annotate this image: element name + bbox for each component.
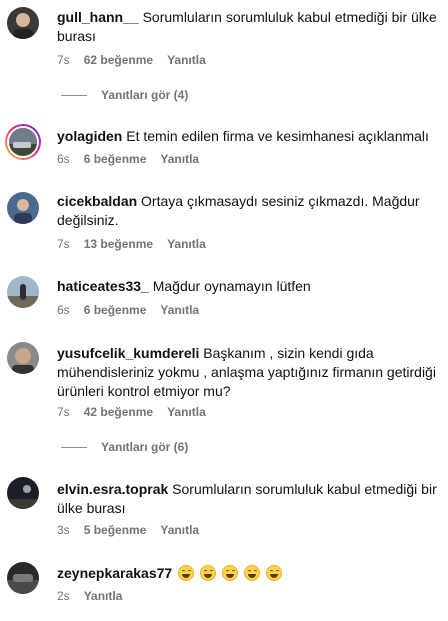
comment-time[interactable]: 7s: [57, 237, 70, 251]
comment-meta: 7s 62 beğenme Yanıtla: [57, 53, 206, 67]
view-replies-label: Yanıtları gör (6): [101, 440, 189, 454]
comment-meta: 2s Yanıtla: [57, 589, 122, 603]
laughing-emoji-icon: [178, 565, 195, 581]
likes-count[interactable]: 42 beğenme: [84, 405, 153, 419]
comment-body: Et temin edilen firma ve kesimhanesi açı…: [126, 128, 429, 144]
avatar-image: [7, 192, 39, 224]
likes-count[interactable]: 6 beğenme: [84, 152, 147, 166]
likes-count[interactable]: 13 beğenme: [84, 237, 153, 251]
reply-button[interactable]: Yanıtla: [84, 589, 123, 603]
view-replies-label: Yanıtları gör (4): [101, 88, 189, 102]
avatar[interactable]: [7, 562, 39, 594]
comment-body: Mağdur oynamayın lütfen: [152, 278, 311, 294]
avatar[interactable]: [7, 342, 39, 374]
laughing-emoji-icon: [199, 565, 216, 581]
username[interactable]: cicekbaldan: [57, 193, 137, 209]
likes-count[interactable]: 6 beğenme: [84, 303, 147, 317]
avatar-image: [7, 276, 39, 308]
avatar-image: [9, 128, 37, 156]
emoji-body: 😂😂😂😂😂: [176, 565, 282, 581]
comment-meta: 7s 42 beğenme Yanıtla: [57, 405, 206, 419]
avatar-image: [7, 342, 39, 374]
comment-text-block: yusufcelik_kumdereli Başkanım , sizin ke…: [57, 344, 439, 401]
username[interactable]: gull_hann__: [57, 9, 139, 25]
reply-button[interactable]: Yanıtla: [167, 237, 206, 251]
comment-meta: 7s 13 beğenme Yanıtla: [57, 237, 206, 251]
comment-text-block: gull_hann__ Sorumluların sorumluluk kabu…: [57, 8, 439, 46]
divider-line: [61, 94, 87, 96]
reply-button[interactable]: Yanıtla: [167, 405, 206, 419]
avatar-image: [7, 477, 39, 509]
username[interactable]: yusufcelik_kumdereli: [57, 345, 199, 361]
comment-meta: 6s 6 beğenme Yanıtla: [57, 303, 199, 317]
comment-time[interactable]: 6s: [57, 303, 70, 317]
username[interactable]: zeynepkarakas77: [57, 565, 172, 581]
comment-text-block: cicekbaldan Ortaya çıkmasaydı sesiniz çı…: [57, 192, 439, 230]
avatar[interactable]: [7, 477, 39, 509]
reply-button[interactable]: Yanıtla: [160, 303, 199, 317]
username[interactable]: haticeates33_: [57, 278, 149, 294]
username[interactable]: yolagiden: [57, 128, 122, 144]
laughing-emoji-icon: [265, 565, 282, 581]
comment-text-block: zeynepkarakas77 😂😂😂😂😂: [57, 564, 439, 583]
reply-button[interactable]: Yanıtla: [160, 152, 199, 166]
comment-time[interactable]: 6s: [57, 152, 70, 166]
comment-time[interactable]: 2s: [57, 589, 70, 603]
avatar[interactable]: [7, 7, 39, 39]
likes-count[interactable]: 5 beğenme: [84, 523, 147, 537]
reply-button[interactable]: Yanıtla: [160, 523, 199, 537]
comment-meta: 6s 6 beğenme Yanıtla: [57, 152, 199, 166]
username[interactable]: elvin.esra.toprak: [57, 481, 168, 497]
avatar[interactable]: [7, 192, 39, 224]
comment-time[interactable]: 3s: [57, 523, 70, 537]
avatar[interactable]: [5, 124, 41, 160]
comment-text-block: haticeates33_ Mağdur oynamayın lütfen: [57, 277, 439, 296]
comment-meta: 3s 5 beğenme Yanıtla: [57, 523, 199, 537]
laughing-emoji-icon: [243, 565, 260, 581]
reply-button[interactable]: Yanıtla: [167, 53, 206, 67]
comment-text-block: yolagiden Et temin edilen firma ve kesim…: [57, 127, 439, 146]
view-replies-button[interactable]: Yanıtları gör (6): [61, 440, 188, 454]
avatar[interactable]: [7, 276, 39, 308]
divider-line: [61, 446, 87, 448]
comment-time[interactable]: 7s: [57, 405, 70, 419]
avatar-image: [7, 562, 39, 594]
avatar-image: [7, 7, 39, 39]
comment-time[interactable]: 7s: [57, 53, 70, 67]
likes-count[interactable]: 62 beğenme: [84, 53, 153, 67]
laughing-emoji-icon: [221, 565, 238, 581]
comment-text-block: elvin.esra.toprak Sorumluların sorumlulu…: [57, 480, 439, 518]
view-replies-button[interactable]: Yanıtları gör (4): [61, 88, 188, 102]
